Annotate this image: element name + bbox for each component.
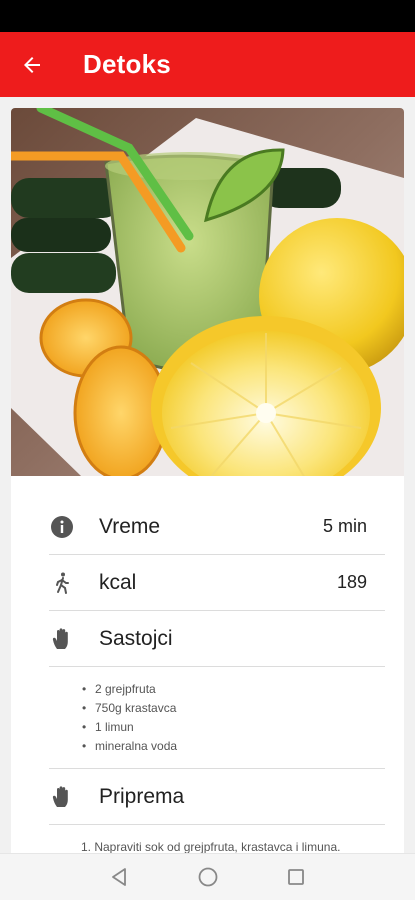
divider [49,824,385,825]
list-item: 1. Napraviti sok od grejpfruta, krastavc… [81,840,341,853]
triangle-back-icon [112,868,126,886]
list-item: 750g krastavca [82,699,177,718]
ingredients-list: 2 grejpfruta 750g krastavca 1 limun mine… [82,680,177,756]
kcal-row: kcal 189 [49,555,385,610]
nav-home-button[interactable] [197,866,219,888]
app-bar: Detoks [0,32,415,97]
back-button[interactable] [0,32,68,97]
page-title: Detoks [83,49,171,79]
hand-icon [49,784,75,810]
list-item: 1 limun [82,718,177,737]
list-item: mineralna voda [82,737,177,756]
time-label: Vreme [99,514,161,538]
divider [49,666,385,667]
arrow-left-icon [24,56,40,73]
ingredients-label: Sastojci [99,626,173,650]
time-value: 5 min [322,516,367,536]
preparation-row: Priprema [49,769,385,824]
info-icon [49,514,75,540]
hand-icon [49,626,75,652]
recipe-scroll-area[interactable]: Vreme 5 min kcal 189 Sastojci • 2 grejpf… [0,97,415,853]
square-recent-icon [288,869,304,885]
recipe-card: Vreme 5 min kcal 189 Sastojci • 2 grejpf… [11,108,404,853]
nav-recent-button[interactable] [285,866,307,888]
list-item: 2 grejpfruta [82,680,177,699]
circle-home-icon [198,867,218,887]
status-bar [0,0,415,32]
kcal-label: kcal [99,570,137,594]
recipe-photo [11,108,404,476]
kcal-value: 189 [336,572,367,592]
preparation-label: Priprema [99,784,185,808]
preparation-steps: 1. Napraviti sok od grejpfruta, krastavc… [81,838,340,853]
nav-back-button[interactable] [108,866,130,888]
system-nav-bar [0,853,415,900]
walking-person-icon [49,570,75,596]
ingredients-row: Sastojci [49,611,385,666]
time-row: Vreme 5 min [49,499,385,554]
